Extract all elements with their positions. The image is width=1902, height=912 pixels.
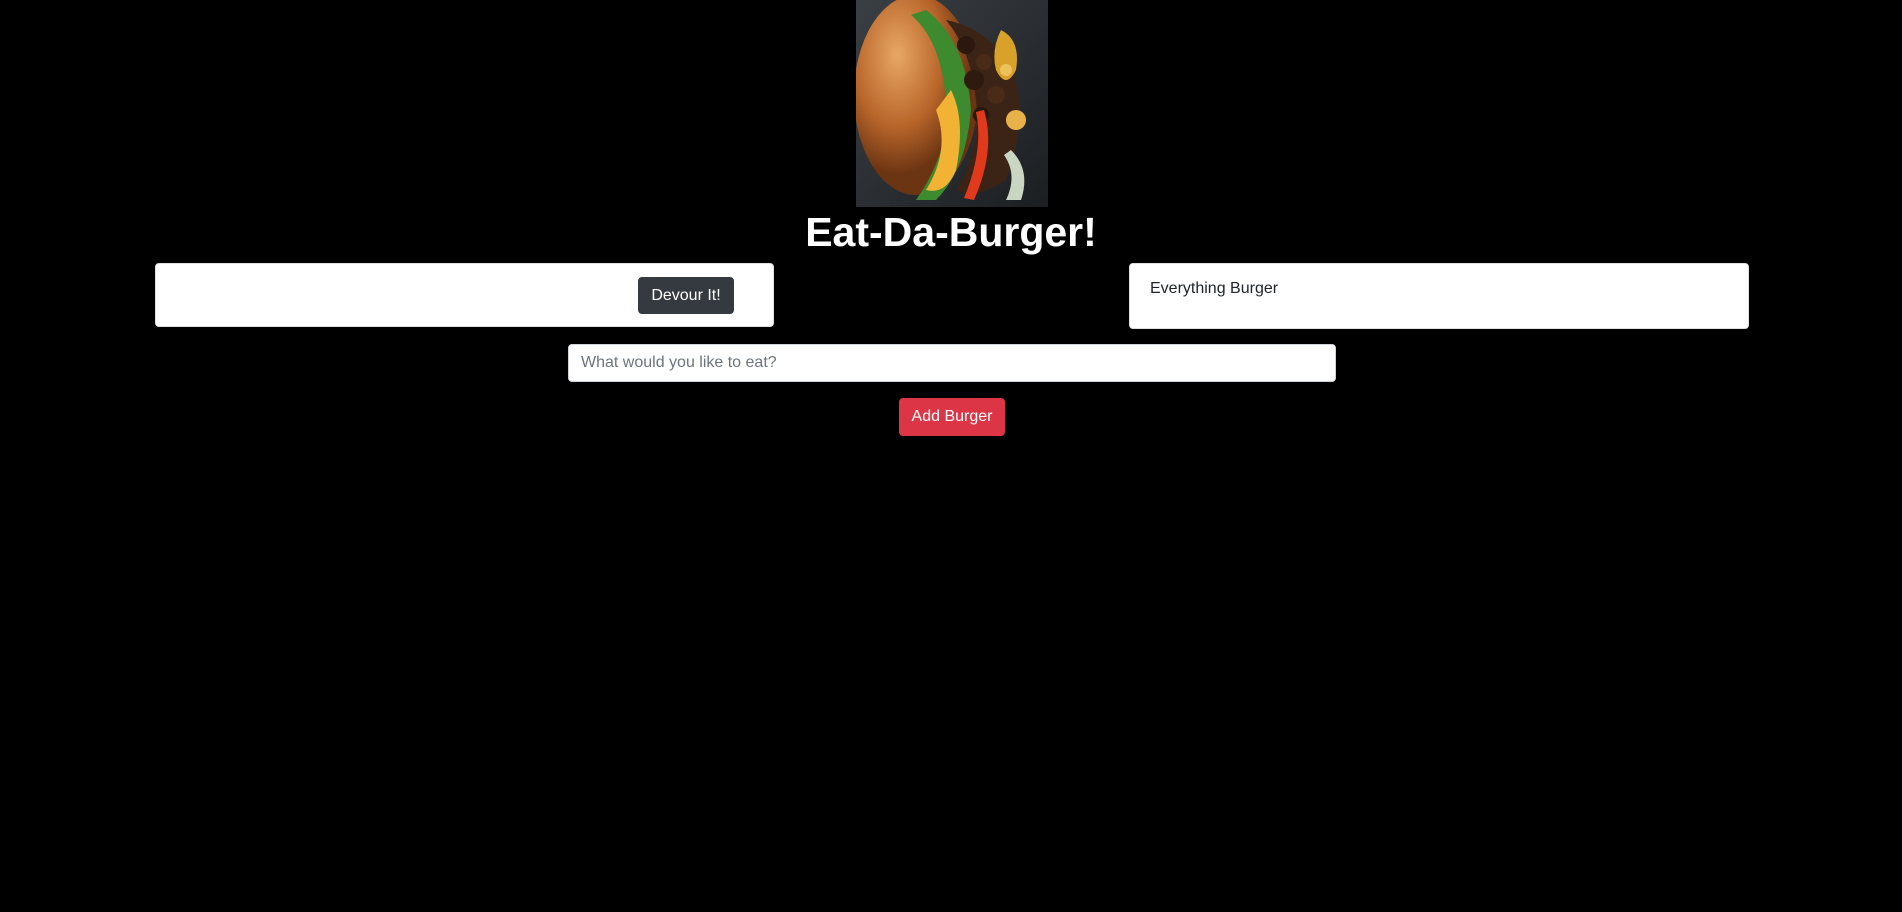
devour-button[interactable]: Devour It!: [638, 277, 734, 314]
burger-image: [856, 0, 1048, 207]
devoured-burger-name: Everything Burger: [1150, 280, 1279, 297]
burger-name-input[interactable]: [568, 344, 1336, 382]
uneaten-burger-card: Devour It!: [155, 263, 774, 327]
page-title: Eat-Da-Burger!: [805, 209, 1097, 255]
add-burger-button[interactable]: Add Burger: [899, 398, 1005, 436]
devoured-burger-card: Everything Burger: [1129, 263, 1749, 329]
page: Eat-Da-Burger! Devour It! Everything Bur…: [0, 0, 1902, 912]
